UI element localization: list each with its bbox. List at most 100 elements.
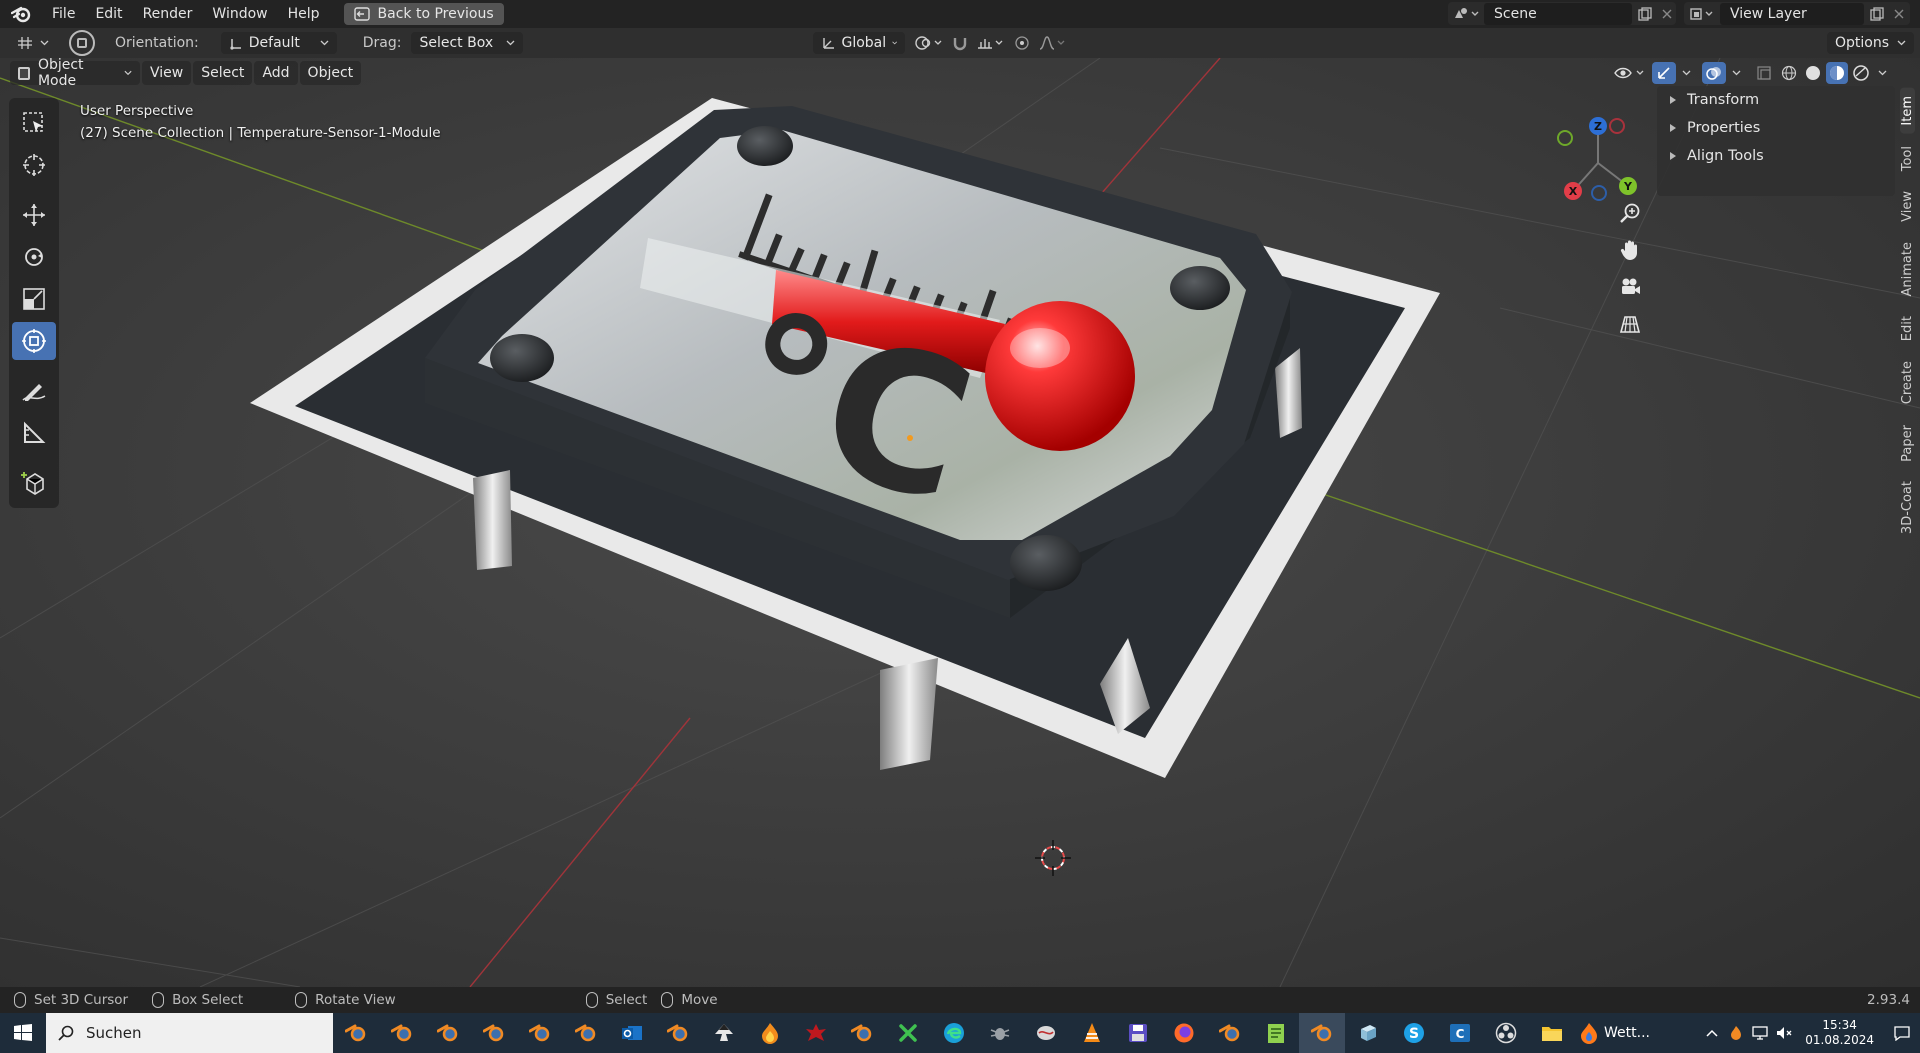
rotate-tool[interactable] <box>12 238 56 276</box>
snap-magnet-icon[interactable] <box>947 32 973 54</box>
tray-flame-icon[interactable] <box>1725 1013 1747 1053</box>
view-layer-close-icon[interactable] <box>1890 3 1908 25</box>
proportional-editing-icon[interactable] <box>1009 32 1035 54</box>
tab-paper[interactable]: Paper <box>1900 417 1915 470</box>
3d-app-icon[interactable] <box>1345 1013 1391 1053</box>
3d-viewport[interactable]: °C Object Mode View Select Add Object Us… <box>0 58 1920 987</box>
scene-name-field[interactable]: Scene <box>1484 2 1632 25</box>
viewport-menu-select[interactable]: Select <box>193 61 253 85</box>
file-explorer-icon[interactable] <box>1529 1013 1575 1053</box>
view-layer-name-field[interactable]: View Layer <box>1720 2 1864 25</box>
tab-item[interactable]: Item <box>1900 88 1915 134</box>
cad-app-icon[interactable]: C <box>1437 1013 1483 1053</box>
wireframe-shading-icon[interactable] <box>1778 62 1800 84</box>
menu-render[interactable]: Render <box>133 6 203 22</box>
tab-animate[interactable]: Animate <box>1900 234 1915 304</box>
tab-tool[interactable]: Tool <box>1900 138 1915 179</box>
xray-toggle-icon[interactable] <box>1752 62 1776 84</box>
viewport-menu-object[interactable]: Object <box>299 61 362 85</box>
panel-properties[interactable]: Properties <box>1657 114 1895 142</box>
blender-logo-icon[interactable] <box>8 1 34 27</box>
tab-edit[interactable]: Edit <box>1900 308 1915 349</box>
solid-shading-icon[interactable] <box>1802 62 1824 84</box>
flame-app-icon[interactable] <box>747 1013 793 1053</box>
scale-tool[interactable] <box>12 280 56 318</box>
viewport-menu-view[interactable]: View <box>142 61 192 85</box>
gizmo-dropdown-icon[interactable] <box>1678 62 1694 84</box>
vlc-icon[interactable] <box>1069 1013 1115 1053</box>
save-disk-icon[interactable] <box>1115 1013 1161 1053</box>
red-app-icon[interactable] <box>793 1013 839 1053</box>
orientation-dropdown[interactable]: Default <box>220 32 337 54</box>
back-to-previous-button[interactable]: Back to Previous <box>343 3 504 25</box>
panel-align-tools[interactable]: Align Tools <box>1657 142 1895 170</box>
menu-help[interactable]: Help <box>278 6 330 22</box>
viewport-menu-add[interactable]: Add <box>254 61 298 85</box>
menu-edit[interactable]: Edit <box>85 6 132 22</box>
falloff-icon[interactable] <box>1035 32 1071 54</box>
transform-orientation-dropdown[interactable]: Global <box>813 32 906 54</box>
blender-app-icon[interactable] <box>333 1013 379 1053</box>
edge-browser-icon[interactable] <box>931 1013 977 1053</box>
tray-volume-muted-icon[interactable] <box>1773 1013 1795 1053</box>
clock[interactable]: 15:34 01.08.2024 <box>1805 1018 1874 1048</box>
blender-app-icon[interactable] <box>517 1013 563 1053</box>
add-cube-tool[interactable] <box>12 464 56 502</box>
menu-window[interactable]: Window <box>202 6 277 22</box>
tab-3d-coat[interactable]: 3D-Coat <box>1900 473 1915 542</box>
view-layer-copy-icon[interactable] <box>1864 3 1890 25</box>
rendered-shading-icon[interactable] <box>1850 62 1872 84</box>
weather-widget[interactable]: Wett... <box>1575 1013 1655 1053</box>
blender-app-icon[interactable] <box>471 1013 517 1053</box>
skype-icon[interactable]: S <box>1391 1013 1437 1053</box>
snap-target-icon[interactable] <box>973 32 1009 54</box>
blender-app-icon[interactable] <box>425 1013 471 1053</box>
cursor-tool[interactable] <box>12 146 56 184</box>
zoom-icon[interactable] <box>1612 198 1648 228</box>
scene-copy-icon[interactable] <box>1632 3 1658 25</box>
notification-icon[interactable] <box>1884 1013 1920 1053</box>
brain-app-icon[interactable] <box>1023 1013 1069 1053</box>
select-box-tool[interactable] <box>12 104 56 142</box>
measure-tool[interactable] <box>12 414 56 452</box>
tray-network-icon[interactable] <box>1747 1013 1773 1053</box>
gizmo-toggle-icon[interactable] <box>1652 62 1676 84</box>
pan-hand-icon[interactable] <box>1612 235 1648 265</box>
drag-dropdown[interactable]: Select Box <box>411 32 524 54</box>
scene-close-icon[interactable] <box>1658 3 1676 25</box>
blender-app-icon[interactable] <box>655 1013 701 1053</box>
blender-app-icon[interactable] <box>839 1013 885 1053</box>
panel-transform[interactable]: Transform <box>1657 86 1895 114</box>
overlays-toggle-icon[interactable] <box>1702 62 1726 84</box>
transform-tool-icon[interactable] <box>69 30 95 56</box>
blender-app-icon-active[interactable] <box>1299 1013 1345 1053</box>
tab-create[interactable]: Create <box>1900 353 1915 412</box>
tray-chevron-up-icon[interactable] <box>1699 1013 1725 1053</box>
blender-app-icon[interactable] <box>1207 1013 1253 1053</box>
firefox-icon[interactable] <box>1161 1013 1207 1053</box>
transform-tool[interactable] <box>12 322 56 360</box>
blender-app-icon[interactable] <box>379 1013 425 1053</box>
visibility-icon[interactable] <box>1610 62 1650 84</box>
material-preview-shading-icon[interactable] <box>1826 62 1848 84</box>
overlays-dropdown-icon[interactable] <box>1728 62 1744 84</box>
camera-icon[interactable] <box>1612 272 1648 302</box>
view-layer-browse-icon[interactable] <box>1684 3 1720 25</box>
editor-type-dropdown[interactable] <box>8 32 57 54</box>
perspective-grid-icon[interactable] <box>1612 309 1648 339</box>
notepad-icon[interactable] <box>1253 1013 1299 1053</box>
inkscape-icon[interactable] <box>701 1013 747 1053</box>
taskbar-search-input[interactable]: Suchen <box>46 1013 333 1053</box>
options-dropdown[interactable]: Options <box>1826 32 1914 54</box>
obs-icon[interactable] <box>1483 1013 1529 1053</box>
menu-file[interactable]: File <box>42 6 85 22</box>
tab-view[interactable]: View <box>1900 183 1915 230</box>
object-mode-dropdown[interactable]: Object Mode <box>10 58 140 89</box>
outlook-icon[interactable] <box>609 1013 655 1053</box>
pivot-point-icon[interactable] <box>911 32 947 54</box>
bug-app-icon[interactable] <box>977 1013 1023 1053</box>
windows-start-icon[interactable] <box>0 1013 46 1053</box>
annotate-tool[interactable] <box>12 372 56 410</box>
shading-dropdown-icon[interactable] <box>1874 62 1890 84</box>
blender-app-icon[interactable] <box>563 1013 609 1053</box>
